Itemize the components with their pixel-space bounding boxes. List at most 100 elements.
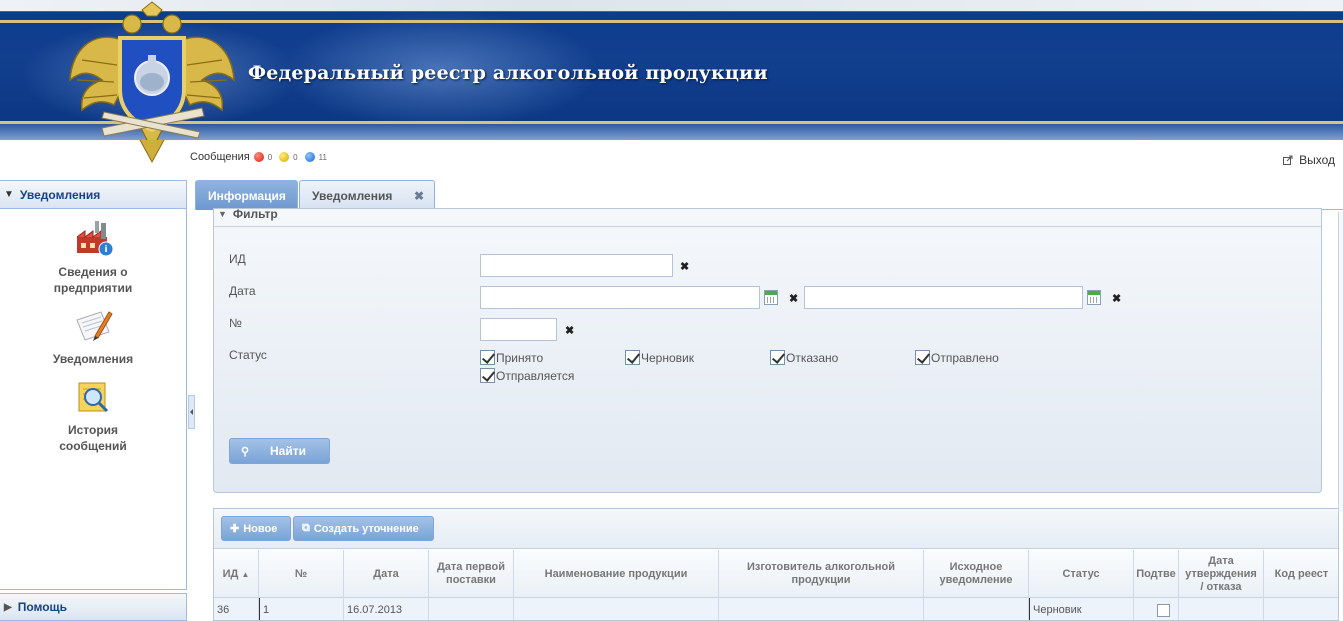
column-header-source-notification[interactable]: Исходное уведомление: [924, 550, 1029, 598]
id-input[interactable]: [480, 254, 673, 277]
messages-label: Сообщения: [190, 151, 250, 163]
calendar-icon[interactable]: [1087, 290, 1101, 305]
clear-date-from-icon[interactable]: ✖: [789, 292, 798, 305]
checkbox-checked-icon: [480, 368, 495, 383]
checkbox-label: Принято: [496, 350, 544, 365]
app-title: Федеральный реестр алкогольной продукции: [248, 62, 768, 84]
logout-link[interactable]: Выход: [1283, 153, 1335, 167]
column-header-id[interactable]: ИД ▲: [214, 550, 259, 598]
calendar-icon[interactable]: [764, 290, 778, 305]
column-header-manufacturer[interactable]: Изготовитель алкогольной продукции: [719, 550, 924, 598]
unchecked-checkbox-icon[interactable]: [1157, 603, 1170, 617]
checkbox-label: Отправлено: [931, 350, 999, 365]
column-header-first-delivery[interactable]: Дата первой поставки: [429, 550, 514, 598]
column-header-number[interactable]: №: [259, 550, 344, 598]
find-button-label: Найти: [270, 444, 306, 458]
search-icon: ⚲: [240, 445, 250, 458]
sidebar-panel: ▼ Уведомления i Сведения о предприятии У…: [0, 180, 187, 590]
cell-approval-date: [1179, 598, 1264, 620]
blue-status-icon: [304, 152, 315, 162]
column-header-approval-date[interactable]: Дата утверждения / отказа: [1179, 550, 1264, 598]
column-header-label: ИД: [222, 567, 239, 580]
find-button[interactable]: ⚲ Найти: [229, 438, 330, 464]
status-accepted-checkbox[interactable]: Принято: [480, 350, 543, 365]
create-clarification-button[interactable]: ⧉ Создать уточнение: [293, 516, 434, 541]
notifications-grid: ✚ Новое ⧉ Создать уточнение ИД ▲ № Дата …: [213, 508, 1339, 621]
filter-title: Фильтр: [232, 207, 278, 221]
date-to-input[interactable]: [804, 286, 1083, 309]
cell-confirmed[interactable]: [1134, 598, 1179, 620]
yellow-status-icon: [279, 152, 290, 162]
status-sending-checkbox[interactable]: Отправляется: [480, 368, 574, 383]
column-header-label: Подтве: [1136, 567, 1176, 580]
expand-arrow-icon: ▶: [4, 601, 12, 613]
sidebar-item-message-history[interactable]: История сообщений: [0, 377, 186, 454]
number-input[interactable]: [480, 318, 557, 341]
column-header-status[interactable]: Статус: [1029, 550, 1134, 598]
cell-registry-code: [1264, 598, 1338, 620]
cell-manufacturer: [719, 598, 924, 620]
status-sent-checkbox[interactable]: Отправлено: [915, 350, 999, 365]
grid-toolbar: ✚ Новое ⧉ Создать уточнение: [214, 509, 1338, 549]
filter-panel: ▼ Фильтр ИД ✖ Дата ✖ ✖ № ✖ Статус Принят…: [213, 207, 1322, 493]
cell-product-name: [514, 598, 719, 620]
magnifier-icon: [78, 382, 109, 413]
sidebar-collapse-splitter[interactable]: [188, 395, 195, 429]
column-header-confirmed[interactable]: Подтве: [1134, 550, 1179, 598]
vertical-scrollbar[interactable]: [1338, 212, 1343, 512]
tab-information[interactable]: Информация: [195, 180, 298, 210]
external-link-icon: [1283, 155, 1293, 165]
column-header-date[interactable]: Дата: [344, 550, 429, 598]
cell-status: Черновик: [1029, 598, 1134, 620]
sidebar-title: Уведомления: [19, 187, 101, 202]
help-label: Помощь: [17, 600, 68, 614]
date-from-input[interactable]: [480, 286, 760, 309]
filter-legend[interactable]: ▼ Фильтр: [218, 207, 278, 221]
new-button[interactable]: ✚ Новое: [221, 516, 291, 541]
messages-blue-count: 11: [318, 152, 327, 162]
tab-label: Уведомления: [312, 188, 393, 203]
new-button-label: Новое: [243, 522, 278, 535]
svg-text:i: i: [104, 245, 107, 255]
cell-source-notification: [924, 598, 1029, 620]
checkbox-checked-icon: [480, 350, 495, 365]
column-header-label: Дата первой поставки: [436, 561, 506, 586]
column-header-label: №: [294, 567, 308, 580]
column-header-label: Дата утверждения / отказа: [1185, 554, 1257, 593]
status-draft-checkbox[interactable]: Черновик: [625, 350, 694, 365]
clear-number-icon[interactable]: ✖: [565, 324, 574, 337]
checkbox-checked-icon: [770, 350, 785, 365]
grid-header-row: ИД ▲ № Дата Дата первой поставки Наимено…: [214, 550, 1338, 598]
sidebar-item-label: Сведения о предприятии: [53, 265, 133, 295]
create-clarification-label: Создать уточнение: [313, 522, 419, 535]
sidebar-item-notifications[interactable]: Уведомления: [0, 306, 186, 367]
date-label: Дата: [229, 284, 256, 298]
column-header-product-name[interactable]: Наименование продукции: [514, 550, 719, 598]
cell-id: 36: [214, 598, 259, 620]
column-header-registry-code[interactable]: Код реест: [1264, 550, 1338, 598]
messages-red-count: 0: [267, 152, 273, 162]
tab-notifications[interactable]: Уведомления ✖: [299, 180, 435, 210]
sidebar-item-enterprise-info[interactable]: i Сведения о предприятии: [0, 219, 186, 296]
plus-icon: ✚: [230, 523, 240, 535]
cell-number: 1: [259, 598, 344, 620]
checkbox-label: Отказано: [786, 350, 839, 365]
sidebar-header[interactable]: ▼ Уведомления: [0, 181, 186, 209]
sidebar-item-label: Уведомления: [52, 352, 134, 366]
column-header-label: Наименование продукции: [544, 567, 688, 580]
messages-indicator[interactable]: Сообщения 0 0 11: [190, 151, 330, 163]
table-row[interactable]: 36 1 16.07.2013 Черновик: [214, 598, 1338, 620]
cell-first-delivery: [429, 598, 514, 620]
column-header-label: Код реест: [1274, 567, 1329, 580]
filter-divider: [214, 226, 1321, 227]
status-rejected-checkbox[interactable]: Отказано: [770, 350, 838, 365]
red-status-icon: [253, 152, 264, 162]
column-header-label: Исходное уведомление: [939, 561, 1013, 586]
number-label: №: [229, 316, 242, 330]
clear-id-icon[interactable]: ✖: [680, 260, 689, 273]
clear-date-to-icon[interactable]: ✖: [1112, 292, 1121, 305]
close-icon[interactable]: ✖: [414, 189, 424, 203]
sidebar-help-header[interactable]: ▶ Помощь: [0, 593, 187, 621]
logout-label: Выход: [1299, 153, 1335, 167]
column-header-label: Дата: [373, 567, 399, 580]
